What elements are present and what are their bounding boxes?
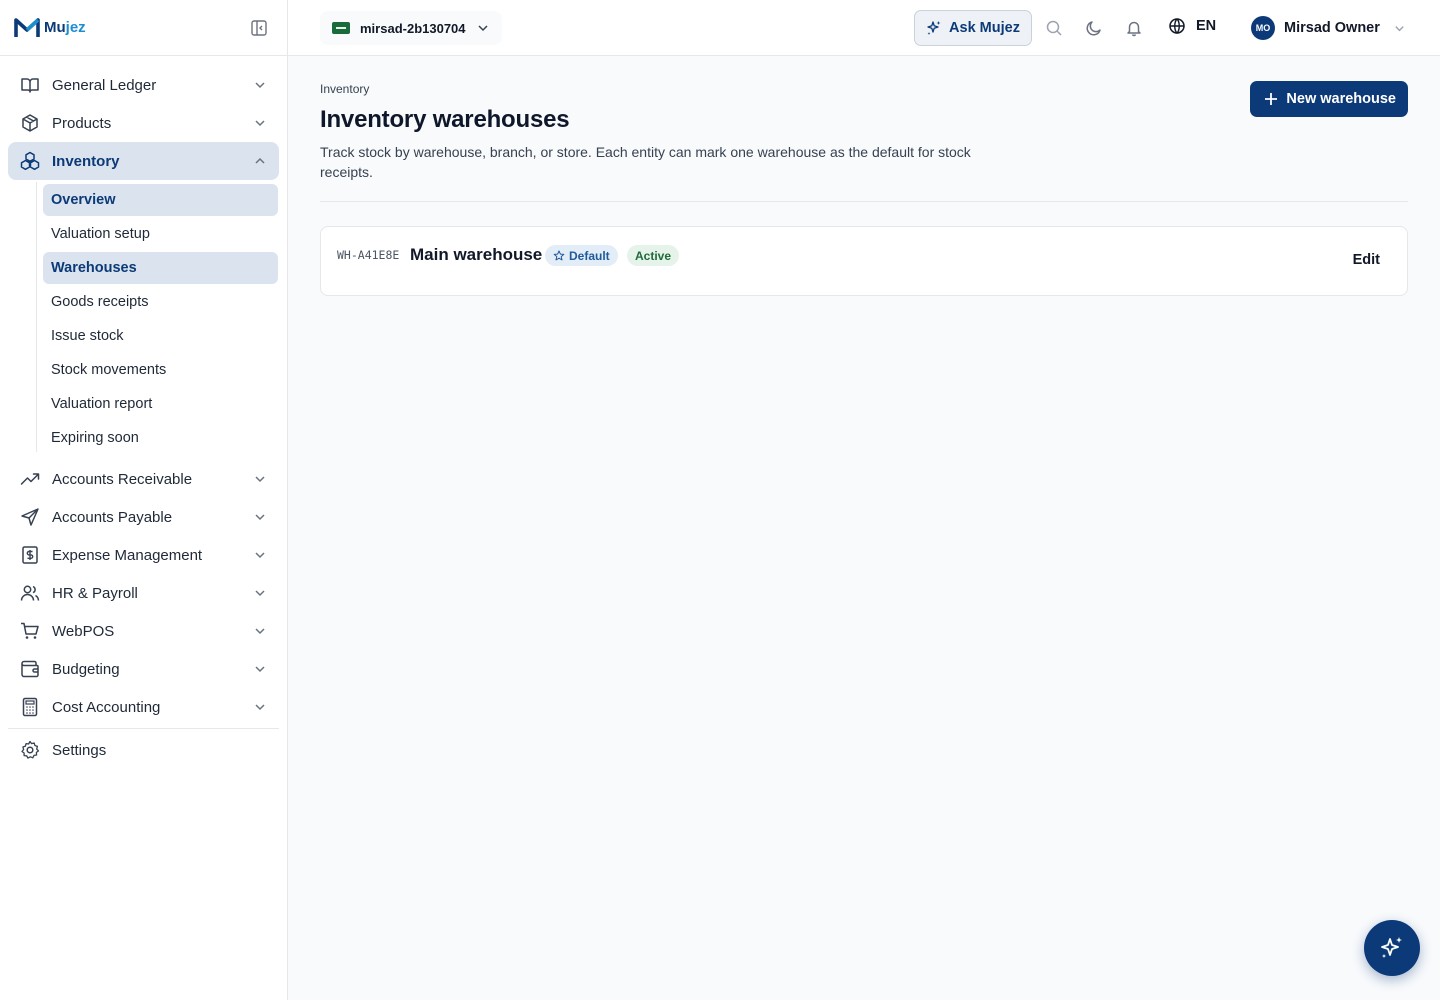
chevron-down-icon bbox=[255, 514, 265, 521]
star-icon bbox=[553, 250, 565, 260]
globe-icon bbox=[1169, 18, 1185, 34]
org-switcher[interactable]: mirsad-2b130704 bbox=[320, 11, 502, 45]
sidebar-item-general-ledger[interactable]: General Ledger bbox=[8, 66, 279, 104]
search-icon[interactable] bbox=[1045, 19, 1063, 37]
receipt-dollar-icon bbox=[22, 546, 38, 564]
sidebar-item-label: Products bbox=[52, 114, 112, 132]
shopping-cart-icon bbox=[21, 622, 39, 639]
language-switcher[interactable]: EN bbox=[1168, 17, 1216, 35]
mujez-logo-icon bbox=[14, 17, 40, 37]
warehouse-code: WH-A41E8E bbox=[337, 248, 400, 262]
sidebar-nav: General Ledger Products Inventory Overvi… bbox=[0, 56, 287, 769]
sidebar-item-budgeting[interactable]: Budgeting bbox=[8, 650, 279, 688]
user-name: Mirsad Owner bbox=[1284, 20, 1380, 36]
subnav-item-expiring-soon[interactable]: Expiring soon bbox=[43, 422, 278, 454]
gear-icon bbox=[21, 740, 40, 759]
breadcrumb[interactable]: Inventory bbox=[320, 82, 369, 96]
ask-mujez-button[interactable]: Ask Mujez bbox=[914, 10, 1032, 46]
sidebar-item-label: General Ledger bbox=[52, 76, 157, 94]
inventory-subnav: Overview Valuation setup Warehouses Good… bbox=[0, 180, 287, 460]
trending-up-icon bbox=[20, 473, 40, 485]
chevron-down-icon bbox=[255, 552, 265, 559]
ask-mujez-label: Ask Mujez bbox=[949, 20, 1020, 36]
sidebar-item-accounts-payable[interactable]: Accounts Payable bbox=[8, 498, 279, 536]
chevron-down-icon bbox=[255, 628, 265, 635]
sidebar-item-label: Expense Management bbox=[52, 546, 203, 564]
language-label: EN bbox=[1196, 18, 1217, 34]
bell-icon[interactable] bbox=[1125, 19, 1143, 37]
warehouse-card: WH-A41E8E Main warehouse Default Active … bbox=[320, 226, 1408, 296]
sidebar-item-label: Budgeting bbox=[52, 660, 120, 678]
boxes-icon bbox=[20, 151, 40, 171]
moon-icon[interactable] bbox=[1085, 19, 1103, 37]
sidebar-item-label: WebPOS bbox=[52, 622, 115, 640]
sidebar-item-products[interactable]: Products bbox=[8, 104, 279, 142]
brand-row: Mujez bbox=[0, 0, 287, 56]
chevron-down-icon bbox=[255, 590, 265, 597]
plus-icon bbox=[1265, 93, 1278, 105]
sidebar-item-label: Accounts Payable bbox=[52, 508, 173, 526]
sidebar-item-label: Settings bbox=[52, 741, 107, 759]
new-warehouse-button[interactable]: New warehouse bbox=[1250, 81, 1408, 117]
chevron-down-icon bbox=[255, 666, 265, 673]
header-divider bbox=[320, 201, 1408, 202]
sidebar-item-settings[interactable]: Settings bbox=[8, 731, 279, 769]
brand-name: Mujez bbox=[44, 19, 86, 36]
chevron-down-icon bbox=[255, 704, 265, 711]
sidebar-item-webpos[interactable]: WebPOS bbox=[8, 612, 279, 650]
chevron-up-icon bbox=[255, 157, 265, 164]
users-icon bbox=[20, 585, 40, 601]
sidebar-divider bbox=[8, 728, 279, 729]
org-name: mirsad-2b130704 bbox=[360, 20, 466, 36]
flag-icon bbox=[332, 22, 350, 34]
avatar: MO bbox=[1251, 16, 1275, 40]
sparkles-icon bbox=[927, 21, 941, 35]
sidebar-item-hr-payroll[interactable]: HR & Payroll bbox=[8, 574, 279, 612]
sidebar-item-cost-accounting[interactable]: Cost Accounting bbox=[8, 688, 279, 726]
default-badge: Default bbox=[545, 245, 618, 266]
sparkles-icon bbox=[1381, 937, 1402, 958]
wallet-icon bbox=[21, 660, 39, 678]
sidebar-item-accounts-receivable[interactable]: Accounts Receivable bbox=[8, 460, 279, 498]
book-open-icon bbox=[21, 78, 39, 93]
chevron-down-icon bbox=[1395, 25, 1404, 31]
sidebar-item-label: Inventory bbox=[52, 152, 120, 170]
chevron-down-icon bbox=[255, 120, 265, 127]
sidebar-item-label: Cost Accounting bbox=[52, 698, 161, 716]
subnav-item-valuation-setup[interactable]: Valuation setup bbox=[43, 218, 278, 250]
sidebar-item-inventory[interactable]: Inventory bbox=[8, 142, 279, 180]
sidebar-item-label: HR & Payroll bbox=[52, 584, 138, 602]
page-title: Inventory warehouses bbox=[320, 106, 570, 133]
subnav-item-warehouses[interactable]: Warehouses bbox=[43, 252, 278, 284]
sidebar-collapse-icon[interactable] bbox=[250, 19, 268, 37]
default-badge-label: Default bbox=[569, 248, 610, 263]
subnav-item-overview[interactable]: Overview bbox=[43, 184, 278, 216]
chevron-down-icon bbox=[255, 82, 265, 89]
warehouse-name: Main warehouse bbox=[410, 245, 543, 264]
brand-logo[interactable]: Mujez bbox=[14, 17, 86, 39]
subnav-item-valuation-report[interactable]: Valuation report bbox=[43, 388, 278, 420]
sidebar: Mujez General Ledger Products Inventory … bbox=[0, 0, 288, 1000]
subnav-item-goods-receipts[interactable]: Goods receipts bbox=[43, 286, 278, 318]
chevron-down-icon bbox=[477, 25, 488, 32]
sidebar-item-expense-management[interactable]: Expense Management bbox=[8, 536, 279, 574]
sidebar-item-label: Accounts Receivable bbox=[52, 470, 193, 488]
new-warehouse-label: New warehouse bbox=[1286, 91, 1396, 107]
subnav-item-stock-movements[interactable]: Stock movements bbox=[43, 354, 278, 386]
page-description: Track stock by warehouse, branch, or sto… bbox=[320, 144, 971, 180]
calculator-icon bbox=[22, 697, 38, 717]
box-icon bbox=[22, 114, 38, 132]
topbar: mirsad-2b130704 Ask Mujez EN MO Mirsad O… bbox=[288, 0, 1440, 56]
edit-warehouse-button[interactable]: Edit bbox=[1353, 252, 1380, 268]
ai-assistant-fab[interactable] bbox=[1364, 920, 1420, 976]
status-badge: Active bbox=[627, 245, 680, 266]
user-menu[interactable]: MO Mirsad Owner bbox=[1251, 16, 1406, 40]
chevron-down-icon bbox=[255, 476, 265, 483]
subnav-item-issue-stock[interactable]: Issue stock bbox=[43, 320, 278, 352]
send-icon bbox=[21, 508, 39, 526]
